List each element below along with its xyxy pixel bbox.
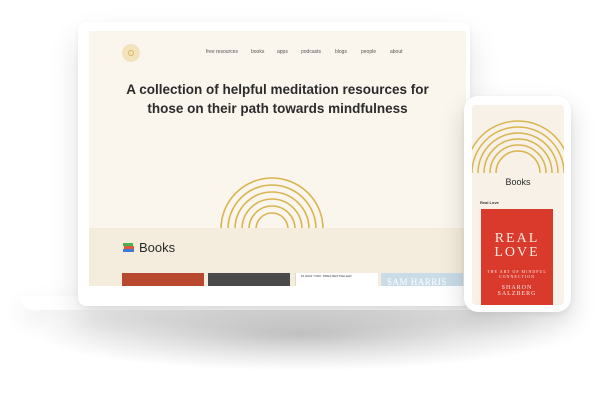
- nav-apps[interactable]: apps: [277, 49, 288, 55]
- circle-logo-icon[interactable]: [122, 44, 140, 62]
- nav-podcasts[interactable]: podcasts: [301, 49, 321, 55]
- rainbow-illustration: [220, 177, 324, 229]
- hero-line-2: those on their path towards mindfulness: [147, 101, 408, 116]
- book-label[interactable]: Real Love: [480, 200, 499, 205]
- books-icon: [123, 243, 134, 252]
- hero-line-1: A collection of helpful meditation resou…: [126, 82, 429, 97]
- book-caption: SAM HARRIS: [387, 277, 447, 286]
- book-thumbnail[interactable]: #1 NEW YORK TIMES BESTSELLER: [295, 273, 378, 286]
- desktop-screen: free resources books apps podcasts blogs…: [89, 31, 466, 286]
- books-heading-text: Books: [139, 240, 176, 255]
- phone-section-title: Books: [505, 177, 531, 187]
- cover-author: SHARON SALZBERG: [497, 285, 537, 297]
- nav-blogs[interactable]: blogs: [335, 49, 347, 55]
- nav-people[interactable]: people: [361, 49, 376, 55]
- phone-screen: Books Real Love REAL LOVE THE ART OF MIN…: [472, 105, 564, 305]
- nav-about[interactable]: about: [390, 49, 403, 55]
- book-thumbnail[interactable]: [208, 273, 290, 286]
- books-section: Books #1 NEW YORK TIMES BESTSELLER SAM H…: [89, 228, 466, 286]
- book-thumbnail[interactable]: SAM HARRIS: [381, 273, 463, 286]
- cover-subtitle: THE ART OF MINDFUL CONNECTION: [487, 269, 547, 279]
- book-thumbnail[interactable]: [122, 273, 204, 286]
- book-cover[interactable]: REAL LOVE THE ART OF MINDFUL CONNECTION …: [481, 209, 553, 305]
- cover-title-line-2: LOVE: [494, 245, 540, 260]
- nav-free-resources[interactable]: free resources: [206, 49, 238, 55]
- book-caption: #1 NEW YORK TIMES BESTSELLER: [301, 274, 352, 278]
- books-heading: Books: [123, 240, 175, 255]
- rainbow-illustration: [472, 120, 564, 173]
- hero-heading: A collection of helpful meditation resou…: [89, 80, 466, 118]
- nav-books[interactable]: books: [251, 49, 264, 55]
- top-nav: free resources books apps podcasts blogs…: [206, 49, 466, 61]
